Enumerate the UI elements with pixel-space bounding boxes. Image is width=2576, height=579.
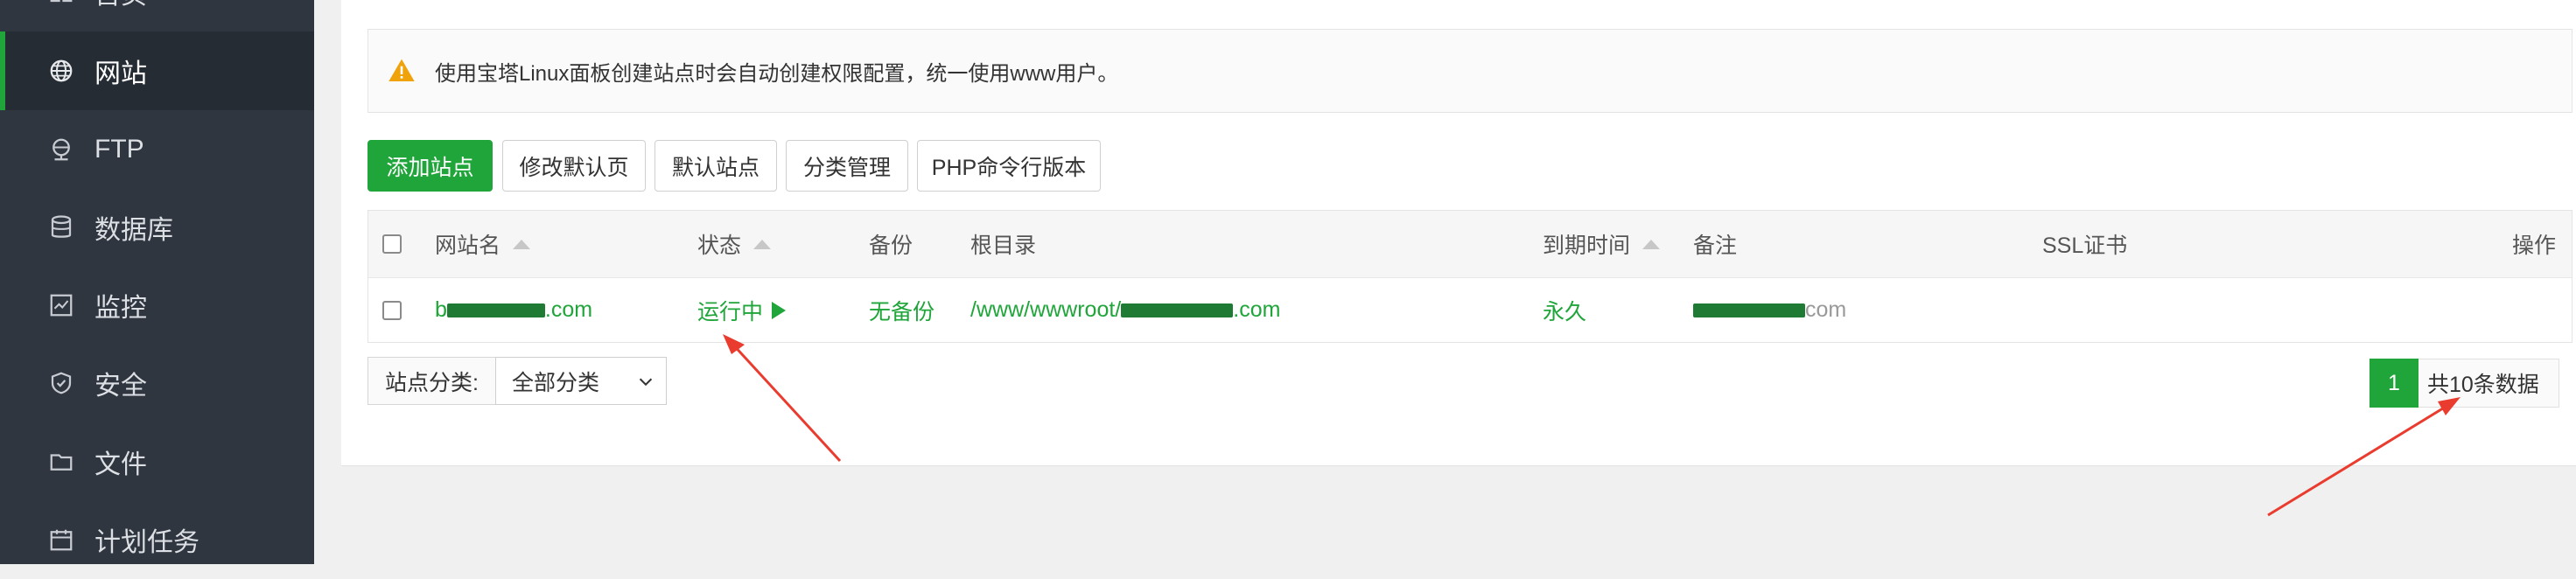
notice-box: 使用宝塔Linux面板创建站点时会自动创建权限配置，统一使用www用户。 [368, 29, 2572, 113]
sidebar-item-website[interactable]: 网站 [0, 31, 314, 110]
ftp-icon [46, 134, 77, 165]
redacted-mark [446, 303, 545, 317]
site-panel: 使用宝塔Linux面板创建站点时会自动创建权限配置，统一使用www用户。 添加站… [341, 0, 2576, 466]
notice-text: 使用宝塔Linux面板创建站点时会自动创建权限配置，统一使用www用户。 [435, 61, 1119, 86]
remark-value[interactable]: com [1693, 277, 1846, 343]
sidebar-item-label: 文件 [94, 450, 147, 479]
site-name-link[interactable]: b .com [435, 277, 592, 343]
monitor-icon [46, 290, 77, 321]
globe-icon [46, 55, 77, 87]
root-dir-link[interactable]: /www/wwwroot/.com [970, 277, 1280, 343]
edit-default-page-button[interactable]: 修改默认页 [502, 140, 646, 192]
redacted-mark [1121, 303, 1234, 317]
table-header: 网站名 状态 备份 根目录 到期时间 备注 SSL证书 操作 [368, 211, 2572, 278]
page-button-1[interactable]: 1 [2370, 359, 2418, 408]
redacted-mark [1693, 303, 1805, 317]
home-icon [46, 0, 77, 8]
header-action: 操作 [2511, 234, 2556, 258]
status-running[interactable]: 运行中 [697, 277, 787, 343]
pagination: 1 共10条数据 [2370, 359, 2559, 408]
total-count: 共10条数据 [2418, 359, 2559, 408]
sidebar-item-security[interactable]: 安全 [0, 344, 314, 422]
category-label: 站点分类: [368, 357, 495, 405]
sidebar-item-label: 计划任务 [94, 528, 200, 557]
sidebar-item-cron[interactable]: 计划任务 [0, 500, 314, 579]
default-site-button[interactable]: 默认站点 [654, 140, 777, 192]
calendar-icon [46, 524, 77, 555]
play-icon [772, 301, 787, 319]
sidebar-item-label: 首页 [94, 0, 147, 11]
shield-icon [46, 367, 77, 399]
sidebar-item-monitor[interactable]: 监控 [0, 266, 314, 345]
warning-icon [388, 59, 415, 81]
sort-up-icon [1642, 239, 1661, 249]
chevron-down-icon [639, 378, 653, 387]
category-select[interactable]: 全部分类 [495, 357, 667, 405]
sidebar-item-label: 监控 [94, 294, 147, 323]
database-icon [46, 212, 77, 243]
sidebar-item-files[interactable]: 文件 [0, 422, 314, 501]
row-checkbox[interactable] [382, 277, 402, 343]
header-ssl: SSL证书 [2042, 234, 2128, 258]
sidebar-item-label: 网站 [94, 59, 147, 88]
header-backup: 备份 [869, 234, 914, 258]
sort-up-icon [513, 239, 531, 249]
category-manage-button[interactable]: 分类管理 [786, 140, 908, 192]
folder-icon [46, 446, 77, 478]
table-row: b .com 运行中 无备份 /www/wwwroot/.com 永久 com [368, 277, 2572, 343]
sidebar-item-database[interactable]: 数据库 [0, 188, 314, 267]
sidebar-item-home[interactable]: 首页 [0, 0, 314, 31]
header-status[interactable]: 状态 [697, 211, 772, 277]
category-select-value: 全部分类 [512, 370, 600, 395]
sidebar: 首页 网站 FTP 数据库 监控 安全 文件 [0, 0, 314, 564]
sidebar-item-label: 数据库 [94, 216, 173, 245]
add-site-button[interactable]: 添加站点 [368, 140, 493, 192]
header-remark: 备注 [1693, 234, 1738, 258]
backup-link[interactable]: 无备份 [869, 277, 934, 343]
header-expire[interactable]: 到期时间 [1543, 211, 1661, 277]
header-root: 根目录 [970, 234, 1037, 258]
sort-up-icon [753, 239, 772, 249]
expire-value[interactable]: 永久 [1543, 277, 1586, 343]
sidebar-item-label: FTP [94, 135, 144, 164]
sidebar-item-ftp[interactable]: FTP [0, 110, 314, 189]
sidebar-item-label: 安全 [94, 372, 147, 401]
site-table: 网站名 状态 备份 根目录 到期时间 备注 SSL证书 操作 b .com 运行中… [368, 210, 2572, 343]
header-site-name[interactable]: 网站名 [435, 211, 531, 277]
select-all-checkbox[interactable] [382, 211, 402, 277]
php-cli-version-button[interactable]: PHP命令行版本 [917, 140, 1101, 192]
